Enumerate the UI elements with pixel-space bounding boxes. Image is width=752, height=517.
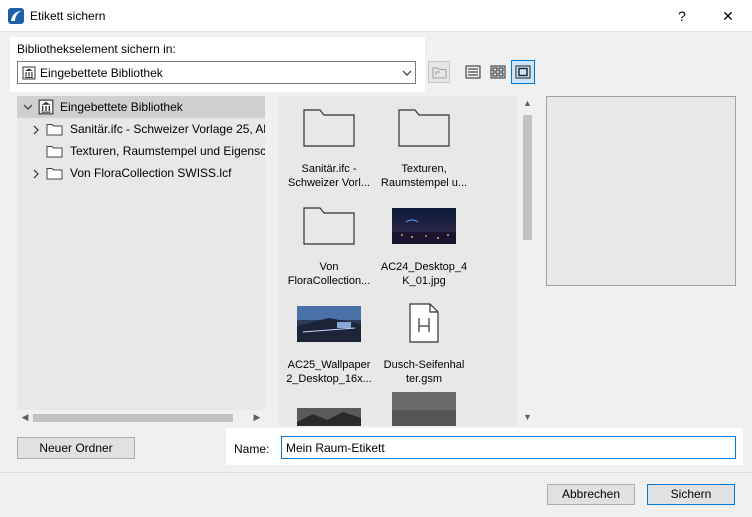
tree-root-label: Eingebettete Bibliothek <box>60 100 183 114</box>
new-folder-button[interactable]: Neuer Ordner <box>17 437 135 459</box>
window-title: Etikett sichern <box>30 9 106 23</box>
grid-item-image[interactable]: AC24_Desktop_4 K_01.jpg <box>374 204 474 288</box>
preview-view-button[interactable] <box>511 60 535 84</box>
grid-item-name-line1: AC25_Wallpaper <box>287 359 371 371</box>
name-input[interactable]: Mein Raum-Etikett <box>281 436 736 459</box>
name-input-value: Mein Raum-Etikett <box>286 441 385 455</box>
folder-icon <box>46 146 63 158</box>
scroll-thumb[interactable] <box>33 414 233 422</box>
image-thumbnail <box>392 392 456 426</box>
tree-item[interactable]: Texturen, Raumstempel und Eigenscha <box>17 140 265 162</box>
file-grid[interactable]: Sanitär.ifc - Schweizer Vorl... Texturen… <box>279 96 517 426</box>
scroll-up-icon[interactable]: ▲ <box>521 98 534 108</box>
archicad-app-icon <box>8 8 24 24</box>
tree-horizontal-scrollbar[interactable]: ◀ ▶ <box>17 410 265 426</box>
grid-item-name-line1: Texturen, <box>401 163 447 175</box>
close-button[interactable]: ✕ <box>706 0 750 32</box>
chevron-right-icon[interactable] <box>33 169 40 179</box>
grid-item-name-line2: FloraCollection... <box>287 275 371 287</box>
folder-tree[interactable]: Eingebettete Bibliothek Sanitär.ifc - Sc… <box>17 96 265 426</box>
image-thumbnail <box>297 306 361 342</box>
library-icon <box>22 66 36 80</box>
parent-folder-button[interactable] <box>428 61 450 83</box>
scroll-down-icon[interactable]: ▼ <box>521 412 534 422</box>
location-dropdown[interactable]: Eingebettete Bibliothek <box>17 61 416 84</box>
list-view-icon <box>465 65 481 79</box>
help-button[interactable]: ? <box>660 0 704 32</box>
grid-vertical-scrollbar[interactable]: ▲ ▼ <box>519 96 536 426</box>
tree-item-label: Texturen, Raumstempel und Eigenscha <box>70 144 265 158</box>
grid-item-name-line2: Raumstempel u... <box>380 177 468 189</box>
grid-item-folder[interactable]: Sanitär.ifc - Schweizer Vorl... <box>279 106 379 190</box>
folder-icon <box>303 109 355 147</box>
chevron-down-icon <box>402 70 412 76</box>
scroll-right-icon[interactable]: ▶ <box>251 412 263 423</box>
grid-item-name-line2: K_01.jpg <box>402 275 446 287</box>
tree-item-label: Sanitär.ifc - Schweizer Vorlage 25, Allg <box>70 122 265 136</box>
cancel-button[interactable]: Abbrechen <box>547 484 635 505</box>
scroll-left-icon[interactable]: ◀ <box>19 412 31 423</box>
scroll-thumb[interactable] <box>523 115 532 240</box>
grid-item-folder[interactable]: Texturen, Raumstempel u... <box>374 106 474 190</box>
title-bar: Etikett sichern ? ✕ <box>0 0 752 32</box>
preview-pane <box>546 96 736 286</box>
folder-icon <box>303 207 355 245</box>
grid-item-name-line1: Von <box>319 261 339 273</box>
footer-divider <box>0 472 752 473</box>
icon-view-button[interactable] <box>487 61 509 83</box>
tree-splitter[interactable] <box>265 96 279 426</box>
grid-item-gsm[interactable]: Dusch-Seifenhal ter.gsm <box>374 302 474 386</box>
gsm-object-icon <box>409 303 439 343</box>
name-label: Name: <box>234 442 270 456</box>
tree-item[interactable]: Sanitär.ifc - Schweizer Vorlage 25, Allg <box>17 118 265 140</box>
preview-view-icon <box>515 65 531 79</box>
location-selected: Eingebettete Bibliothek <box>40 66 163 80</box>
chevron-right-icon[interactable] <box>33 125 40 135</box>
grid-view-icon <box>490 65 506 79</box>
folder-icon <box>46 168 63 180</box>
list-view-button[interactable] <box>462 61 484 83</box>
grid-item-name-line1: Dusch-Seifenhal <box>383 359 465 371</box>
library-icon <box>38 99 54 115</box>
location-label: Bibliothekselement sichern in: <box>17 42 176 56</box>
folder-icon <box>46 124 63 136</box>
tree-item[interactable]: Von FloraCollection SWISS.lcf <box>17 162 265 184</box>
grid-item-name-line2: ter.gsm <box>405 373 443 385</box>
grid-item-name-line2: 2_Desktop_16x... <box>286 373 372 385</box>
grid-item-name-line2: Schweizer Vorl... <box>288 177 370 189</box>
grid-item-name-line1: Sanitär.ifc - <box>301 163 357 175</box>
image-thumbnail <box>392 208 456 244</box>
tree-item-label: Von FloraCollection SWISS.lcf <box>70 166 232 180</box>
grid-item-name-line1: AC24_Desktop_4 <box>380 261 468 273</box>
tree-root[interactable]: Eingebettete Bibliothek <box>17 96 265 118</box>
image-thumbnail <box>297 408 361 426</box>
grid-item-folder[interactable]: Von FloraCollection... <box>279 204 379 288</box>
folder-icon <box>398 109 450 147</box>
save-button[interactable]: Sichern <box>647 484 735 505</box>
grid-item-image[interactable]: AC25_Wallpaper 2_Desktop_16x... <box>279 302 379 386</box>
chevron-down-icon[interactable] <box>23 104 33 111</box>
folder-up-icon <box>432 67 447 79</box>
